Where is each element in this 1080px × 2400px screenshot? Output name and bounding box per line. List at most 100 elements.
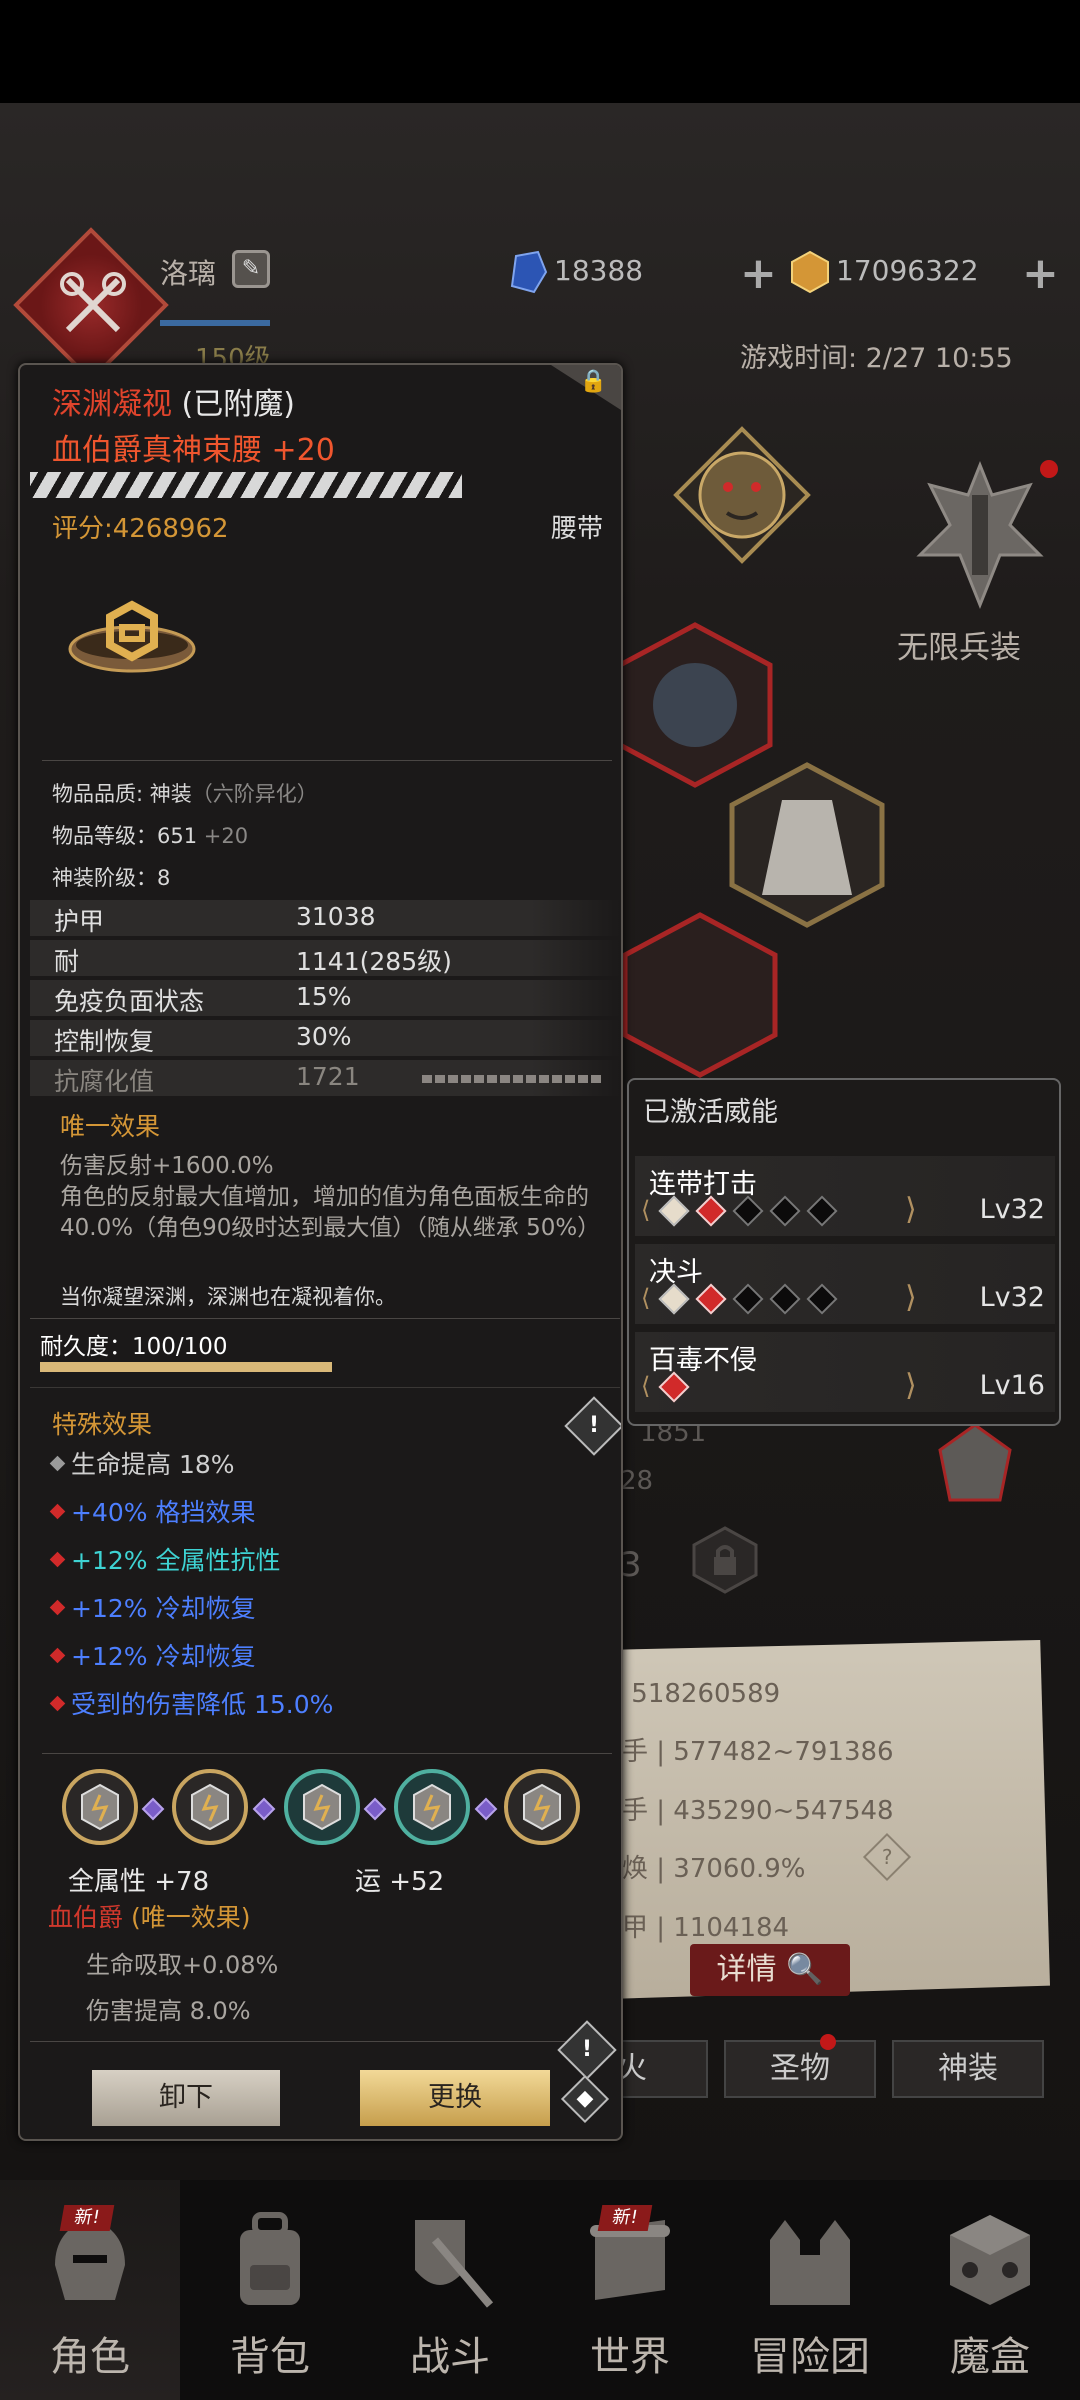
power-progress: ⟨ <box>641 1371 941 1404</box>
gem-attr-all: 全属性 +78 <box>68 1867 210 1897</box>
cloak-slot-icon[interactable] <box>722 760 892 930</box>
special-effect-title: 特殊效果 <box>52 1410 153 1439</box>
gem-socket-row <box>60 1767 600 1857</box>
compare-button[interactable]: ◆ <box>560 2074 610 2124</box>
helmet-emblem-icon[interactable] <box>930 1420 1020 1510</box>
ornament-left-icon: ⟨ <box>641 1284 651 1312</box>
special-effect-item: 生命提高 18% <box>49 1445 235 1481</box>
special-effect-item: +12% 冷却恢复 <box>49 1589 255 1625</box>
set-title: 血伯爵 (唯一效果) <box>48 1898 250 1934</box>
power-row[interactable]: 百毒不侵 ⟨ Lv16 ⟩ <box>635 1332 1055 1412</box>
bg-number-2: 28 <box>620 1466 654 1496</box>
bg-stat-line: 手 | 435290~547548 <box>622 1796 894 1826</box>
enchant-name: 深渊凝视 <box>52 387 172 422</box>
special-effect-item: +12% 冷却恢复 <box>49 1637 256 1673</box>
divider <box>30 1387 620 1388</box>
cube-icon <box>950 2215 1030 2305</box>
new-badge: 新! <box>59 2205 115 2231</box>
stat-key: 护甲 <box>54 907 105 936</box>
stat-row-control-recovery: 控制恢复 30% <box>30 1020 620 1056</box>
item-level-bonus: +20 <box>197 824 249 848</box>
gem-socket-icon[interactable] <box>392 1767 472 1847</box>
stat-row-armor: 护甲 31038 <box>30 900 620 936</box>
durability-text: 耐久度：100/100 <box>40 1334 228 1360</box>
empty-rune-icon <box>806 1195 838 1227</box>
detail-button[interactable]: 详情 🔍 <box>690 1944 850 1996</box>
nav-magic-box[interactable]: 魔盒 <box>900 2180 1080 2400</box>
quality-sub: （六阶异化） <box>191 782 318 806</box>
power-row[interactable]: 决斗 ⟨ Lv32 ⟩ <box>635 1244 1055 1324</box>
lion-crest-icon[interactable] <box>672 425 812 565</box>
stat-value: 30% <box>296 1022 352 1051</box>
empty-rune-icon <box>769 1195 801 1227</box>
gem-socket-icon[interactable] <box>502 1767 582 1847</box>
enchant-status: (已附魔) <box>172 387 295 422</box>
effect-bullet-icon <box>49 1599 66 1616</box>
info-button[interactable]: ! <box>564 1396 621 1456</box>
lock-icon[interactable]: 🔒 <box>580 369 607 394</box>
item-level-label: 物品等级：651 <box>52 824 198 848</box>
currency-gold-value: 17096322 <box>836 254 979 287</box>
stat-value: 1141(285级) <box>296 947 452 976</box>
bottom-nav: 角色 背包 战斗 世界 冒险团 魔盒 <box>0 2180 1080 2400</box>
add-gold-button[interactable]: + <box>1022 248 1059 299</box>
empty-rune-icon <box>806 1283 838 1315</box>
white-rune-icon <box>658 1195 690 1227</box>
quality-stripe <box>30 472 462 498</box>
item-slot: 腰带 <box>550 514 603 544</box>
empty-rune-icon <box>732 1195 764 1227</box>
gem-link-icon <box>252 1797 276 1821</box>
corruption-bar <box>422 1075 602 1083</box>
enchant-title: 深渊凝视 (已附魔) <box>52 379 295 423</box>
gem-link-icon <box>363 1797 387 1821</box>
power-row[interactable]: 连带打击 ⟨ Lv32 ⟩ <box>635 1156 1055 1236</box>
ornament-left-icon: ⟨ <box>641 1372 651 1400</box>
empty-rune-icon <box>769 1283 801 1315</box>
info-button[interactable]: ! <box>557 2020 617 2080</box>
active-powers-panel: 已激活威能 连带打击 ⟨ Lv32 ⟩ 决斗 ⟨ Lv32 ⟩ 百毒不侵 ⟨ Lv16 ⟩ <box>627 1078 1061 1426</box>
power-level: Lv16 <box>979 1370 1045 1401</box>
gem-socket-icon[interactable] <box>282 1767 362 1847</box>
tab-divine-gear[interactable]: 神装 <box>892 2040 1044 2098</box>
bg-stat-line: 手 | 577482~791386 <box>622 1737 894 1767</box>
tier-info: 神装阶级：8 <box>52 866 171 890</box>
special-effect-item: 受到的伤害降低 15.0% <box>49 1685 333 1721</box>
locked-hex-icon[interactable] <box>690 1525 760 1595</box>
stat-row-corruption: 抗腐化值 1721 <box>30 1060 620 1096</box>
unlimited-gear-label: 无限兵装 <box>897 630 1021 666</box>
item-tooltip-panel: 🔒 深渊凝视 (已附魔) 血伯爵真神束腰 +20 评分:4268962 腰带 物… <box>18 363 623 2141</box>
xp-bar <box>160 320 270 326</box>
add-blue-button[interactable]: + <box>740 248 777 299</box>
weapon-emblem-icon[interactable] <box>900 455 1060 615</box>
gem-socket-icon[interactable] <box>170 1767 250 1847</box>
durability-bar <box>40 1362 332 1372</box>
gem-socket-icon[interactable] <box>60 1767 140 1847</box>
unequip-button[interactable]: 卸下 <box>92 2070 280 2126</box>
replace-button[interactable]: 更换 <box>360 2070 550 2126</box>
set-name: 血伯爵 <box>48 1903 124 1932</box>
special-effect-item: +12% 全属性抗性 <box>49 1541 281 1577</box>
flavor-text: 当你凝望深渊，深渊也在凝视着你。 <box>60 1285 396 1309</box>
nav-label: 冒险团 <box>750 2334 870 2380</box>
nav-backpack[interactable]: 背包 <box>180 2180 360 2400</box>
effect-text: +12% 冷却恢复 <box>71 1642 256 1671</box>
belt-icon <box>68 600 196 673</box>
currency-blue: 18388 <box>508 250 643 294</box>
ornament-right-icon: ⟩ <box>905 1280 917 1315</box>
edit-name-icon[interactable]: ✎ <box>232 250 270 288</box>
belt-slot-icon[interactable] <box>615 910 785 1080</box>
effect-text: +12% 全属性抗性 <box>71 1546 281 1575</box>
item-score: 评分:4268962 <box>52 514 229 544</box>
bg-number-3: 3 <box>620 1545 642 1585</box>
unique-effect-desc: 角色的反射最大值增加，增加的值为角色面板生命的 40.0%（角色90级时达到最大… <box>60 1184 601 1241</box>
divider <box>42 1753 612 1754</box>
sword-shield-icon <box>415 2220 494 2308</box>
nav-adventure-team[interactable]: 冒险团 <box>720 2180 900 2400</box>
power-progress: ⟨ <box>641 1283 941 1316</box>
quality-info: 物品品质: 神装（六阶异化） <box>52 778 318 808</box>
ornament-right-icon: ⟩ <box>905 1192 917 1227</box>
red-rune-icon <box>695 1195 727 1227</box>
stat-row-immunity: 免疫负面状态 15% <box>30 980 620 1016</box>
nav-battle[interactable]: 战斗 <box>360 2180 540 2400</box>
tab-relic[interactable]: 圣物 <box>724 2040 876 2098</box>
